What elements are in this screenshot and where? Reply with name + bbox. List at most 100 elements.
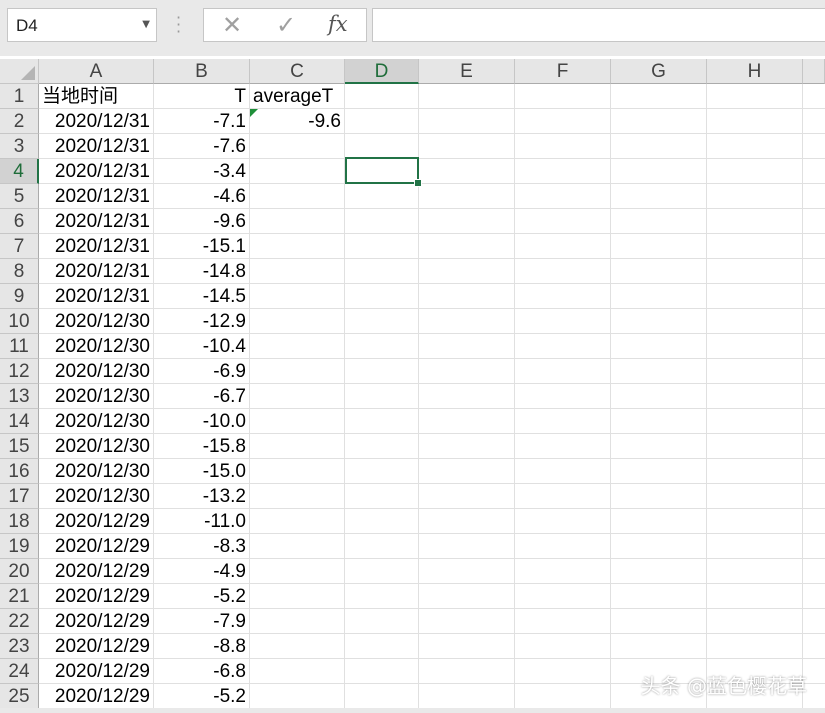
- row-header-12[interactable]: 12: [0, 359, 39, 384]
- cell-a16[interactable]: 2020/12/30: [39, 459, 154, 484]
- cell-a24[interactable]: 2020/12/29: [39, 659, 154, 684]
- column-header-d[interactable]: D: [345, 59, 419, 84]
- insert-function-button[interactable]: fx: [328, 12, 348, 36]
- cell-b22[interactable]: -7.9: [154, 609, 250, 634]
- cancel-x-icon[interactable]: ✕: [222, 11, 242, 39]
- cell-c24[interactable]: [250, 659, 345, 684]
- cell-b6[interactable]: -9.6: [154, 209, 250, 234]
- row-header-13[interactable]: 13: [0, 384, 39, 409]
- row-header-15[interactable]: 15: [0, 434, 39, 459]
- select-all-button[interactable]: [0, 59, 39, 84]
- cell-b5[interactable]: -4.6: [154, 184, 250, 209]
- column-header-b[interactable]: B: [154, 59, 250, 84]
- cell-c19[interactable]: [250, 534, 345, 559]
- row-header-11[interactable]: 11: [0, 334, 39, 359]
- row-header-14[interactable]: 14: [0, 409, 39, 434]
- row-header-5[interactable]: 5: [0, 184, 39, 209]
- cell-b20[interactable]: -4.9: [154, 559, 250, 584]
- formula-input[interactable]: [372, 8, 825, 42]
- cell-b16[interactable]: -15.0: [154, 459, 250, 484]
- row-header-17[interactable]: 17: [0, 484, 39, 509]
- cell-a18[interactable]: 2020/12/29: [39, 509, 154, 534]
- row-header-7[interactable]: 7: [0, 234, 39, 259]
- cell-a4[interactable]: 2020/12/31: [39, 159, 154, 184]
- cell-c23[interactable]: [250, 634, 345, 659]
- cell-c5[interactable]: [250, 184, 345, 209]
- cell-a20[interactable]: 2020/12/29: [39, 559, 154, 584]
- cell-b14[interactable]: -10.0: [154, 409, 250, 434]
- column-header-a[interactable]: A: [39, 59, 154, 84]
- cell-c9[interactable]: [250, 284, 345, 309]
- cell-c17[interactable]: [250, 484, 345, 509]
- cell-a5[interactable]: 2020/12/31: [39, 184, 154, 209]
- cell-b4[interactable]: -3.4: [154, 159, 250, 184]
- cell-a13[interactable]: 2020/12/30: [39, 384, 154, 409]
- cell-c21[interactable]: [250, 584, 345, 609]
- drag-handle-icon[interactable]: · · ·: [176, 10, 181, 40]
- error-indicator-icon[interactable]: [250, 109, 258, 117]
- cell-b19[interactable]: -8.3: [154, 534, 250, 559]
- cell-c8[interactable]: [250, 259, 345, 284]
- cell-a25[interactable]: 2020/12/29: [39, 684, 154, 709]
- column-header-h[interactable]: H: [707, 59, 803, 84]
- cell-c7[interactable]: [250, 234, 345, 259]
- cell-c10[interactable]: [250, 309, 345, 334]
- cell-b12[interactable]: -6.9: [154, 359, 250, 384]
- cell-a8[interactable]: 2020/12/31: [39, 259, 154, 284]
- fill-handle[interactable]: [414, 179, 422, 187]
- cell-a10[interactable]: 2020/12/30: [39, 309, 154, 334]
- cell-c20[interactable]: [250, 559, 345, 584]
- row-header-24[interactable]: 24: [0, 659, 39, 684]
- cell-a7[interactable]: 2020/12/31: [39, 234, 154, 259]
- row-header-18[interactable]: 18: [0, 509, 39, 534]
- cell-b10[interactable]: -12.9: [154, 309, 250, 334]
- cell-a14[interactable]: 2020/12/30: [39, 409, 154, 434]
- cell-b9[interactable]: -14.5: [154, 284, 250, 309]
- cell-a23[interactable]: 2020/12/29: [39, 634, 154, 659]
- cell-a11[interactable]: 2020/12/30: [39, 334, 154, 359]
- cell-a9[interactable]: 2020/12/31: [39, 284, 154, 309]
- cell-b13[interactable]: -6.7: [154, 384, 250, 409]
- horizontal-scrollbar[interactable]: [0, 708, 825, 713]
- cell-b23[interactable]: -8.8: [154, 634, 250, 659]
- cell-c2[interactable]: -9.6: [250, 109, 345, 134]
- cell-b15[interactable]: -15.8: [154, 434, 250, 459]
- row-header-25[interactable]: 25: [0, 684, 39, 709]
- cell-a19[interactable]: 2020/12/29: [39, 534, 154, 559]
- cell-a2[interactable]: 2020/12/31: [39, 109, 154, 134]
- row-header-10[interactable]: 10: [0, 309, 39, 334]
- cell-b11[interactable]: -10.4: [154, 334, 250, 359]
- cell-c12[interactable]: [250, 359, 345, 384]
- row-header-8[interactable]: 8: [0, 259, 39, 284]
- column-header-e[interactable]: E: [419, 59, 515, 84]
- cell-a3[interactable]: 2020/12/31: [39, 134, 154, 159]
- cell-a12[interactable]: 2020/12/30: [39, 359, 154, 384]
- row-header-19[interactable]: 19: [0, 534, 39, 559]
- cell-b1[interactable]: T: [154, 84, 250, 109]
- row-header-9[interactable]: 9: [0, 284, 39, 309]
- cell-b8[interactable]: -14.8: [154, 259, 250, 284]
- active-cell-d4[interactable]: [345, 157, 422, 187]
- cell-b17[interactable]: -13.2: [154, 484, 250, 509]
- cell-c22[interactable]: [250, 609, 345, 634]
- row-header-21[interactable]: 21: [0, 584, 39, 609]
- cell-c16[interactable]: [250, 459, 345, 484]
- cell-a6[interactable]: 2020/12/31: [39, 209, 154, 234]
- row-header-20[interactable]: 20: [0, 559, 39, 584]
- cell-c15[interactable]: [250, 434, 345, 459]
- row-header-23[interactable]: 23: [0, 634, 39, 659]
- cell-a1[interactable]: 当地时间: [39, 84, 154, 109]
- cell-c14[interactable]: [250, 409, 345, 434]
- cell-b21[interactable]: -5.2: [154, 584, 250, 609]
- column-header-c[interactable]: C: [250, 59, 345, 84]
- checkmark-icon[interactable]: ✓: [276, 11, 296, 39]
- cell-b18[interactable]: -11.0: [154, 509, 250, 534]
- cell-c4[interactable]: [250, 159, 345, 184]
- cell-c18[interactable]: [250, 509, 345, 534]
- cell-c25[interactable]: [250, 684, 345, 709]
- name-box[interactable]: D4 ▼: [7, 8, 157, 42]
- row-header-1[interactable]: 1: [0, 84, 39, 109]
- cell-b2[interactable]: -7.1: [154, 109, 250, 134]
- row-header-4[interactable]: 4: [0, 159, 39, 184]
- column-header-partial[interactable]: [803, 59, 825, 84]
